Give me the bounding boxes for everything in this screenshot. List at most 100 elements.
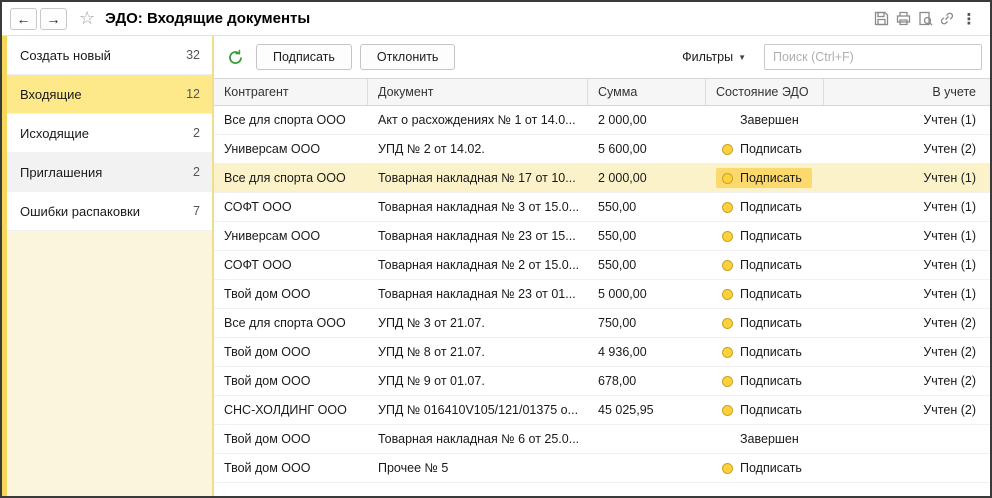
- sign-button[interactable]: Подписать: [256, 44, 352, 70]
- cell-status: Подписать: [706, 168, 824, 188]
- cell-status: Подписать: [706, 342, 824, 362]
- sidebar-item[interactable]: Ошибки распаковки 7: [7, 192, 212, 231]
- cell-sum: 750,00: [588, 316, 706, 330]
- chevron-down-icon: ▼: [738, 53, 746, 62]
- status-label: Подписать: [740, 142, 802, 156]
- table-row[interactable]: Универсам ООО УПД № 2 от 14.02. 5 600,00…: [214, 135, 990, 164]
- sidebar-item-label: Приглашения: [20, 165, 193, 180]
- status-label: Подписать: [740, 345, 802, 359]
- status-dot-icon: [722, 289, 733, 300]
- sidebar: Создать новый 32 Входящие 12 Исходящие 2…: [2, 36, 214, 496]
- cell-sum: 45 025,95: [588, 403, 706, 417]
- forward-button[interactable]: →: [40, 8, 67, 30]
- link-icon[interactable]: [936, 9, 958, 29]
- cell-status: Подписать: [706, 371, 824, 391]
- sidebar-list: Создать новый 32 Входящие 12 Исходящие 2…: [7, 36, 212, 231]
- sidebar-item[interactable]: Исходящие 2: [7, 114, 212, 153]
- cell-document: Товарная накладная № 3 от 15.0...: [368, 200, 588, 214]
- cell-status: Подписать: [706, 400, 824, 420]
- table-row[interactable]: СОФТ ООО Товарная накладная № 3 от 15.0.…: [214, 193, 990, 222]
- cell-status: Подписать: [706, 458, 824, 478]
- table-row[interactable]: Все для спорта ООО Товарная накладная № …: [214, 164, 990, 193]
- sidebar-item-count: 7: [193, 204, 200, 218]
- cell-sum: 5 000,00: [588, 287, 706, 301]
- status-dot-icon: [722, 173, 733, 184]
- cell-counterparty: СНС-ХОЛДИНГ ООО: [214, 403, 368, 417]
- status-badge: Подписать: [716, 400, 812, 420]
- cell-counterparty: Все для спорта ООО: [214, 171, 368, 185]
- sidebar-item-label: Входящие: [20, 87, 186, 102]
- cell-document: УПД № 9 от 01.07.: [368, 374, 588, 388]
- favorite-star-icon[interactable]: ☆: [79, 8, 95, 29]
- table-row[interactable]: СНС-ХОЛДИНГ ООО УПД № 016410V105/121/013…: [214, 396, 990, 425]
- cell-accounted: Учтен (2): [824, 374, 990, 388]
- sidebar-item[interactable]: Создать новый 32: [7, 36, 212, 75]
- sidebar-item-count: 2: [193, 126, 200, 140]
- filters-label: Фильтры: [682, 50, 733, 64]
- col-header-counterparty[interactable]: Контрагент: [214, 79, 368, 105]
- sidebar-item[interactable]: Приглашения 2: [7, 153, 212, 192]
- cell-status: Подписать: [706, 255, 824, 275]
- filters-dropdown[interactable]: Фильтры ▼: [682, 50, 746, 64]
- sidebar-item[interactable]: Входящие 12: [7, 75, 212, 114]
- cell-accounted: Учтен (1): [824, 200, 990, 214]
- cell-accounted: Учтен (1): [824, 287, 990, 301]
- table-row[interactable]: Твой дом ООО Товарная накладная № 23 от …: [214, 280, 990, 309]
- table-row[interactable]: Твой дом ООО УПД № 9 от 01.07. 678,00 По…: [214, 367, 990, 396]
- cell-document: УПД № 3 от 21.07.: [368, 316, 588, 330]
- table-row[interactable]: Твой дом ООО Товарная накладная № 6 от 2…: [214, 425, 990, 454]
- cell-counterparty: Твой дом ООО: [214, 345, 368, 359]
- cell-counterparty: Все для спорта ООО: [214, 316, 368, 330]
- table-header: Контрагент Документ Сумма Состояние ЭДО …: [214, 78, 990, 106]
- table-row[interactable]: Твой дом ООО Прочее № 5 Подписать: [214, 454, 990, 483]
- table-row[interactable]: Все для спорта ООО УПД № 3 от 21.07. 750…: [214, 309, 990, 338]
- sidebar-item-label: Исходящие: [20, 126, 193, 141]
- status-badge: Подписать: [716, 284, 812, 304]
- table-row[interactable]: СОФТ ООО Товарная накладная № 2 от 15.0.…: [214, 251, 990, 280]
- save-icon[interactable]: [870, 9, 892, 29]
- table-row[interactable]: Твой дом ООО УПД № 8 от 21.07. 4 936,00 …: [214, 338, 990, 367]
- search-input[interactable]: [764, 44, 982, 70]
- status-label: Завершен: [740, 113, 799, 127]
- status-label: Подписать: [740, 374, 802, 388]
- more-menu-icon[interactable]: ⋮: [958, 9, 980, 29]
- cell-document: Товарная накладная № 23 от 01...: [368, 287, 588, 301]
- cell-status: Подписать: [706, 226, 824, 246]
- back-button[interactable]: ←: [10, 8, 37, 30]
- cell-document: Товарная накладная № 17 от 10...: [368, 171, 588, 185]
- toolbar: Подписать Отклонить Фильтры ▼: [214, 36, 990, 78]
- col-header-document[interactable]: Документ: [368, 79, 588, 105]
- cell-status: Завершен: [706, 110, 824, 130]
- decline-button[interactable]: Отклонить: [360, 44, 456, 70]
- table-row[interactable]: Универсам ООО Товарная накладная № 23 от…: [214, 222, 990, 251]
- cell-accounted: Учтен (2): [824, 403, 990, 417]
- cell-counterparty: Универсам ООО: [214, 142, 368, 156]
- refresh-button[interactable]: [222, 44, 248, 70]
- status-badge: Подписать: [716, 139, 812, 159]
- status-badge: Подписать: [716, 197, 812, 217]
- status-label: Подписать: [740, 461, 802, 475]
- cell-sum: 550,00: [588, 200, 706, 214]
- print-icon[interactable]: [892, 9, 914, 29]
- cell-document: УПД № 2 от 14.02.: [368, 142, 588, 156]
- status-dot-icon: [722, 202, 733, 213]
- status-label: Подписать: [740, 258, 802, 272]
- cell-counterparty: Твой дом ООО: [214, 432, 368, 446]
- cell-status: Подписать: [706, 284, 824, 304]
- sidebar-item-count: 32: [186, 48, 200, 62]
- cell-accounted: Учтен (1): [824, 258, 990, 272]
- table-row[interactable]: Все для спорта ООО Акт о расхождениях № …: [214, 106, 990, 135]
- cell-sum: 2 000,00: [588, 171, 706, 185]
- col-header-accounted[interactable]: В учете: [824, 79, 990, 105]
- status-label: Подписать: [740, 229, 802, 243]
- cell-sum: 678,00: [588, 374, 706, 388]
- cell-document: Прочее № 5: [368, 461, 588, 475]
- preview-icon[interactable]: [914, 9, 936, 29]
- col-header-status[interactable]: Состояние ЭДО: [706, 79, 824, 105]
- cell-document: Акт о расхождениях № 1 от 14.0...: [368, 113, 588, 127]
- status-badge: Подписать: [716, 168, 812, 188]
- cell-status: Подписать: [706, 313, 824, 333]
- col-header-sum[interactable]: Сумма: [588, 79, 706, 105]
- sidebar-item-count: 2: [193, 165, 200, 179]
- cell-document: Товарная накладная № 23 от 15...: [368, 229, 588, 243]
